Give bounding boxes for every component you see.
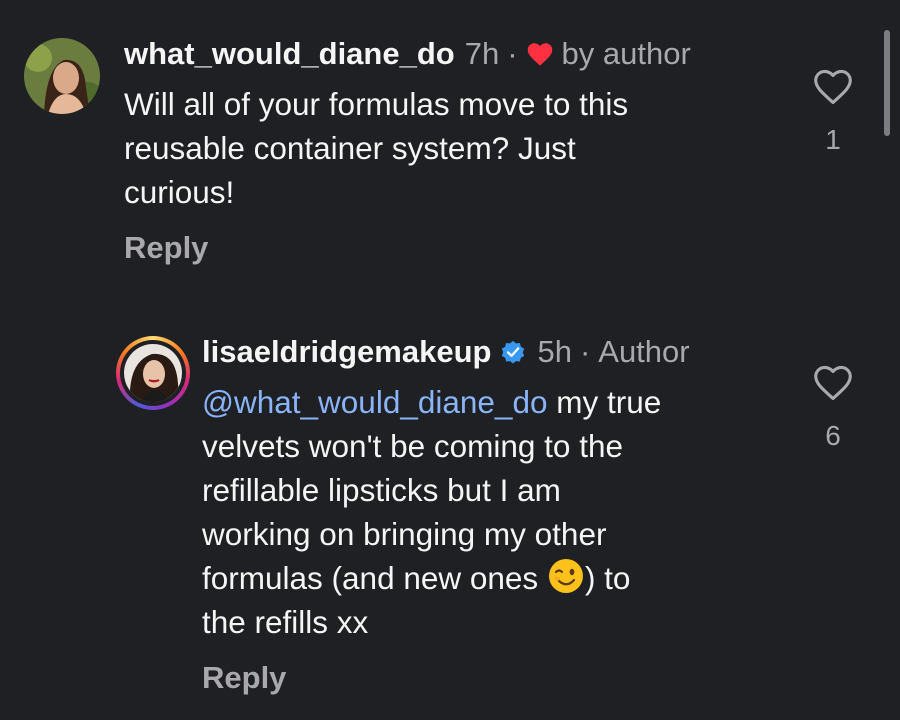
liked-by-author-label: by author [561,36,691,71]
comment-text-line: working on bringing my other [202,516,607,552]
separator-dot: · [579,334,591,369]
comment-text: @what_would_diane_do my true velvets won… [202,380,762,644]
reply-button[interactable]: Reply [124,230,208,266]
separator-dot: · [507,36,518,71]
timestamp: 5h [537,334,572,369]
comment-text-line: velvets won't be coming to the [202,428,623,464]
comment-text-segment: my true [547,384,662,420]
username[interactable]: lisaeldridgemakeup [202,332,491,372]
reply-comment: lisaeldridgemakeup 5h · Author @what_wou… [116,330,886,710]
comment-text-line: Will all of your formulas move to this [124,86,629,122]
comment-text-line: refillable lipsticks but I am [202,472,561,508]
avatar-story-ring[interactable] [116,336,190,410]
heart-outline-icon[interactable] [812,68,854,106]
comment-text-line: @what_would_diane_do my true [202,380,762,424]
author-badge: Author [598,334,690,369]
winking-face-emoji [547,557,585,595]
comment-text-line: formulas (and new ones ) to [202,556,762,600]
heart-filled-icon [526,41,554,67]
heart-outline-icon[interactable] [812,364,854,402]
like-control: 1 [812,68,854,156]
comment-text-segment: formulas (and new ones [202,560,547,596]
comment: what_would_diane_do 7h · by author Will … [24,34,884,274]
verified-badge-icon [499,338,527,366]
comment-text: Will all of your formulas move to this r… [124,82,764,214]
comment-text-line: the refills xx [202,604,369,640]
like-control: 6 [812,364,854,452]
timestamp: 7h [464,36,500,71]
scrollbar[interactable] [884,30,890,136]
avatar[interactable] [24,38,100,114]
comment-text-segment: ) to [584,560,631,596]
comment-header: what_would_diane_do 7h · by author [124,34,691,74]
mention-link[interactable]: @what_would_diane_do [202,384,548,420]
comment-header: lisaeldridgemakeup 5h · Author [202,332,690,372]
reply-button[interactable]: Reply [202,660,286,696]
like-count: 6 [825,420,841,451]
username[interactable]: what_would_diane_do [124,34,455,74]
like-count: 1 [825,124,841,155]
comment-text-line: curious! [124,174,235,210]
comment-text-line: reusable container system? Just [124,130,576,166]
avatar [124,344,182,402]
